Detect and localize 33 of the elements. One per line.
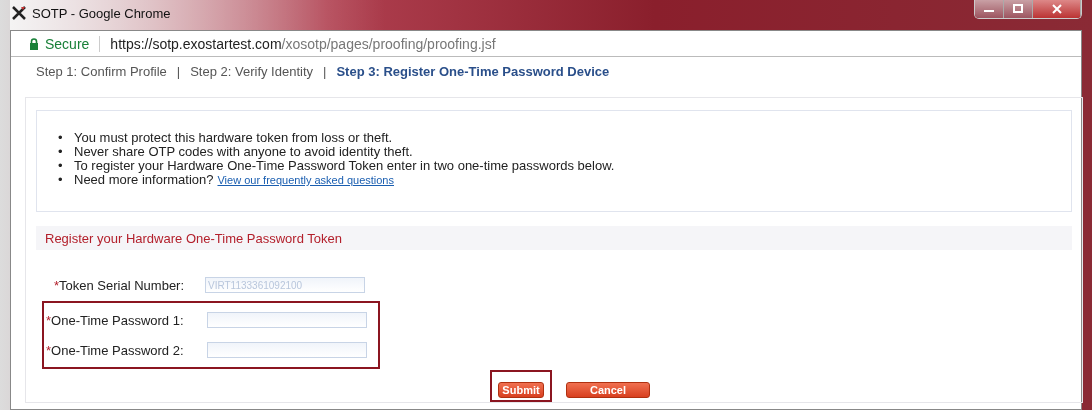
bullet: • [58, 145, 64, 159]
note-text: To register your Hardware One-Time Password Token enter in two one-time passwords below. [74, 158, 615, 173]
bullet: • [58, 131, 64, 145]
window-title: SOTP - Google Chrome [32, 5, 171, 21]
security-label: Secure [45, 35, 90, 52]
note-text: Never share OTP codes with anyone to avoid identity theft. [74, 144, 413, 159]
bullet: • [58, 173, 64, 187]
minimize-button[interactable] [975, 0, 1004, 18]
lock-icon [29, 37, 39, 50]
logo-icon [12, 6, 26, 20]
step-label: Step 2: Verify Identity [190, 63, 314, 79]
submit-button[interactable]: Submit [498, 382, 544, 398]
field-label: *One-Time Password 1: [45, 312, 185, 328]
maximize-button[interactable] [1004, 0, 1033, 18]
step-separator: | [323, 63, 327, 79]
close-icon [1050, 4, 1063, 14]
close-button[interactable] [1033, 0, 1081, 18]
faq-link[interactable]: View our frequently asked questions [217, 174, 394, 186]
step-label: Step 3: Register One-Time Password Device [336, 63, 610, 79]
input-field[interactable] [207, 342, 367, 358]
url-text: https://sotp.exostartest.com/xosotp/pages/proofing/proofing.jsf [110, 35, 496, 52]
input-field[interactable] [207, 312, 367, 328]
step-separator: | [176, 63, 181, 79]
note-text: You must protect this hardware token from loss or theft. [74, 130, 393, 145]
maximize-icon [1012, 4, 1024, 14]
note-text: Need more information? [74, 172, 214, 187]
cancel-button[interactable]: Cancel [566, 382, 650, 398]
step-label: Step 1: Confirm Profile [36, 63, 167, 79]
section-title: Register your Hardware One-Time Password Token [45, 230, 342, 246]
address-bar[interactable]: Secure https://sotp.exostartest.com/xosotp/pages/proofing/proofing.jsf [11, 31, 1081, 57]
bullet: • [58, 159, 64, 173]
field-label: *One-Time Password 2: [45, 342, 185, 358]
field-label: *Token Serial Number: [53, 277, 186, 293]
